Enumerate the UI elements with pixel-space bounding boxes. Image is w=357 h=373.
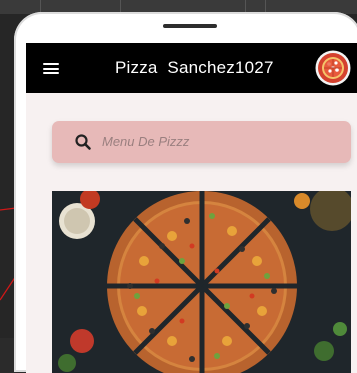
search-bar[interactable]: Menu De Pizzz	[52, 121, 351, 163]
pizza-logo-icon[interactable]	[315, 50, 351, 86]
menu-icon[interactable]	[43, 63, 59, 74]
phone-frame: Pizza Sanchez1027 Menu De Pizzz	[14, 12, 357, 373]
main-content: Menu De Pizzz	[26, 93, 357, 373]
app-bar: Pizza Sanchez1027	[26, 43, 357, 93]
search-icon	[75, 134, 91, 150]
pizza-banner-image[interactable]	[52, 191, 351, 373]
search-input[interactable]: Menu De Pizzz	[102, 121, 189, 163]
phone-speaker	[163, 24, 217, 28]
app-title: Pizza Sanchez1027	[115, 58, 274, 77]
